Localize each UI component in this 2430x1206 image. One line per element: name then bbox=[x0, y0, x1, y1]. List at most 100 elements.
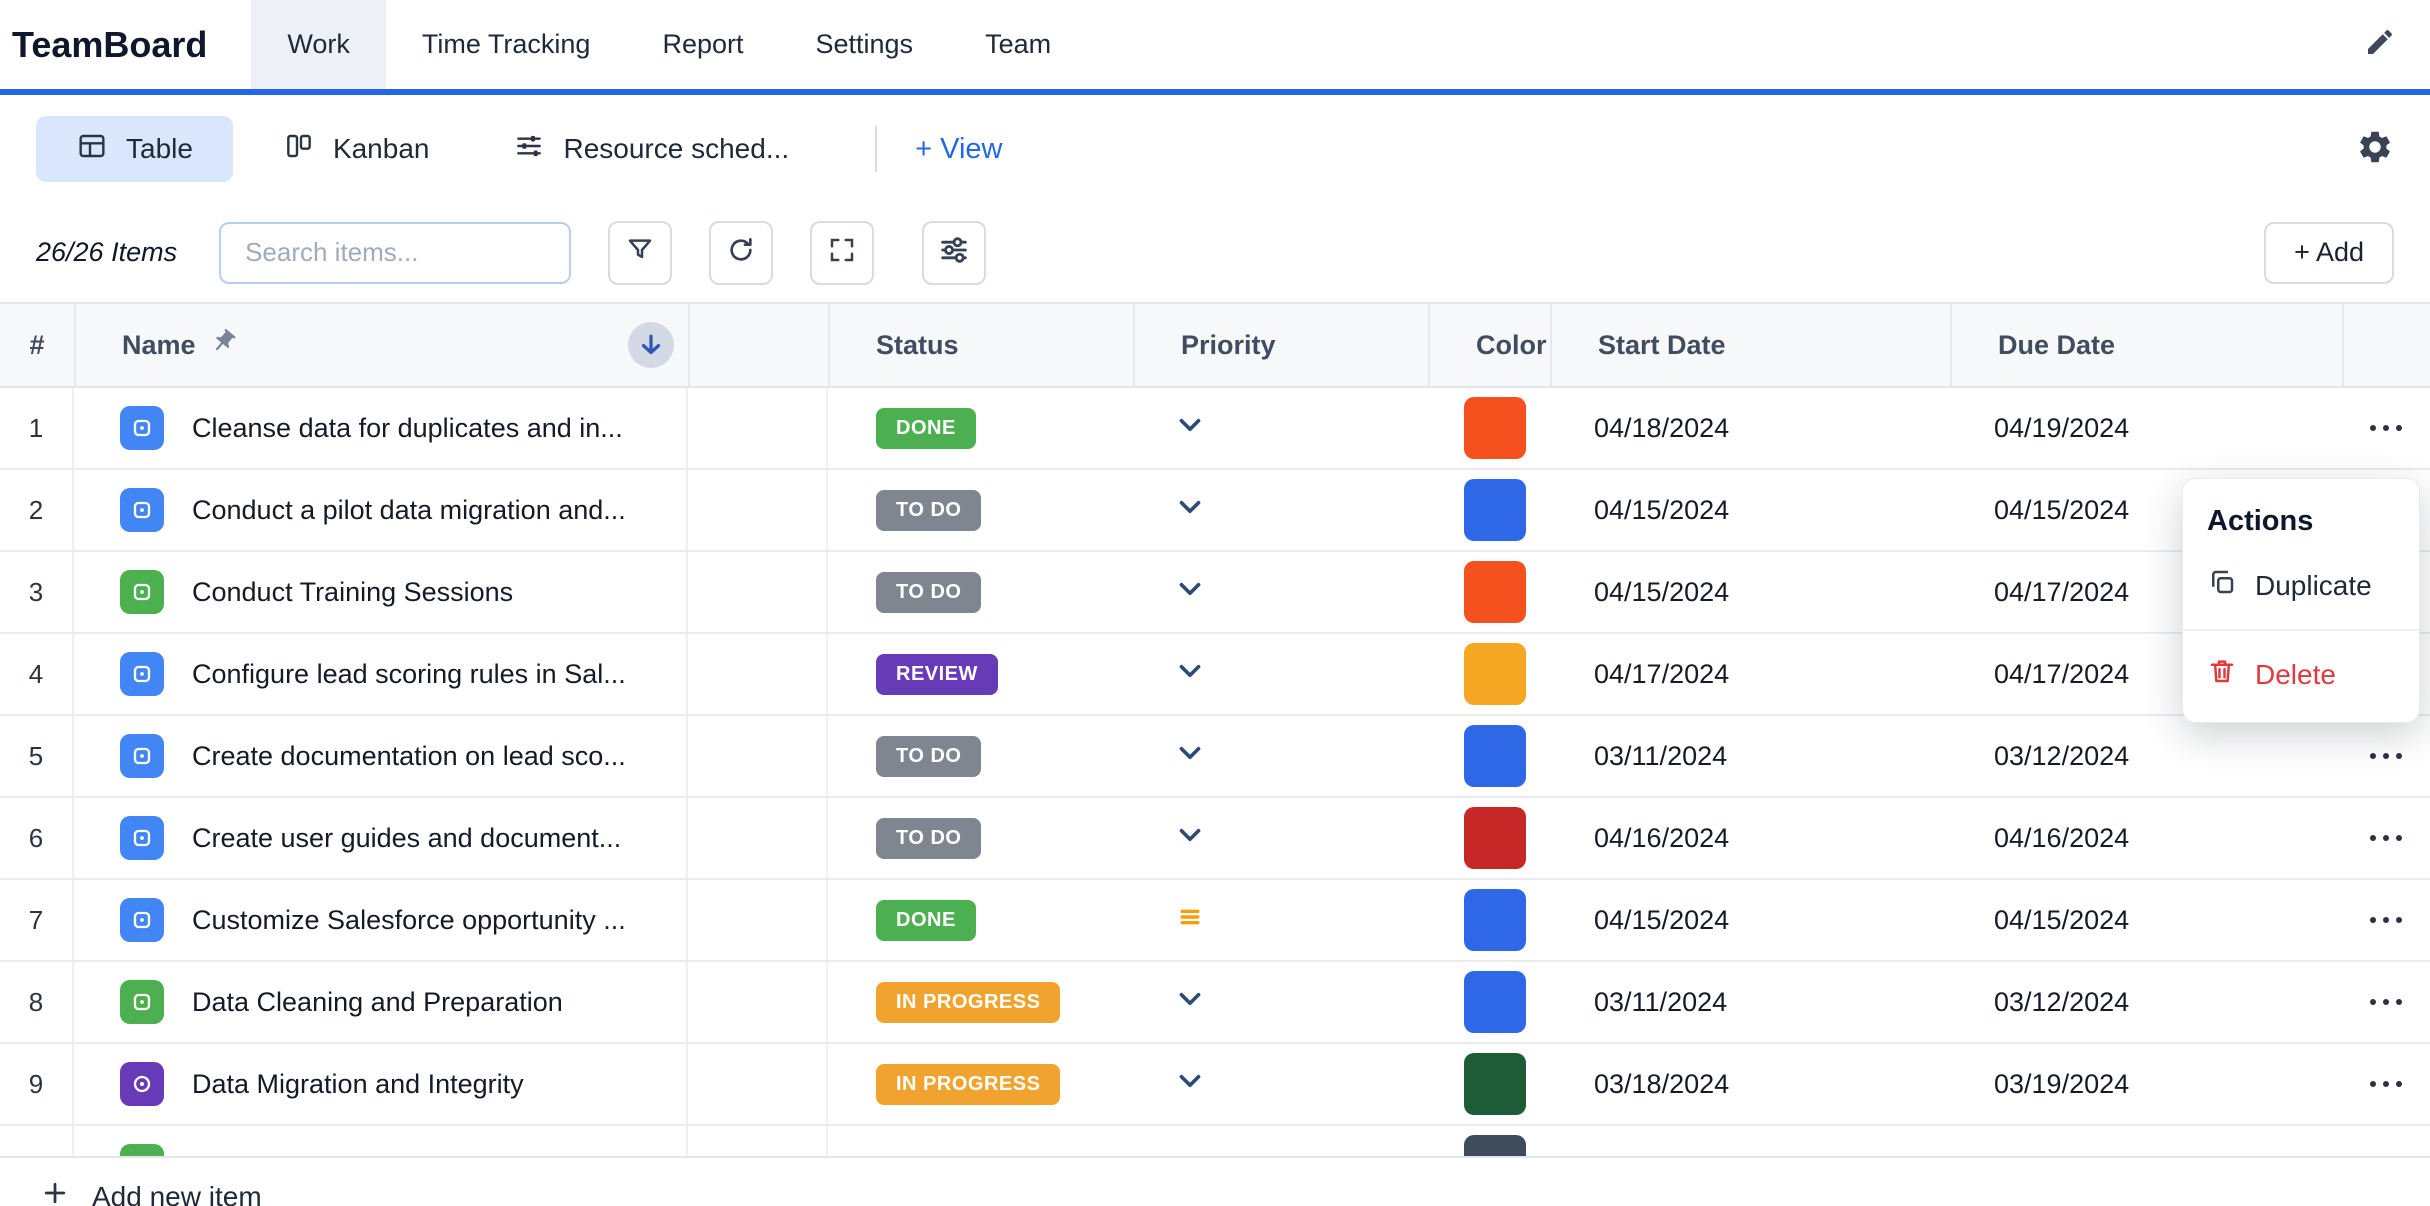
filter-button[interactable] bbox=[608, 221, 672, 285]
nav-tab-report[interactable]: Report bbox=[626, 0, 779, 89]
task-name-cell[interactable]: Cleanse data for duplicates and in... bbox=[74, 388, 688, 468]
task-name-cell[interactable] bbox=[74, 1126, 688, 1158]
status-badge[interactable]: REVIEW bbox=[876, 654, 998, 695]
row-menu-button[interactable] bbox=[2360, 907, 2412, 933]
start-date[interactable]: 03/11/2024 bbox=[1550, 962, 1950, 1042]
due-date[interactable]: 03/19/2024 bbox=[1950, 1044, 2342, 1124]
task-app-icon bbox=[120, 488, 164, 532]
chevron-down-icon[interactable] bbox=[1173, 818, 1207, 859]
status-badge[interactable]: IN PROGRESS bbox=[876, 982, 1060, 1023]
task-name-cell[interactable]: Create documentation on lead sco... bbox=[74, 716, 688, 796]
refresh-button[interactable] bbox=[709, 221, 773, 285]
view-tab-resource-schedule[interactable]: Resource sched... bbox=[479, 116, 823, 182]
view-settings-button[interactable] bbox=[2356, 128, 2394, 171]
chevron-down-icon[interactable] bbox=[1173, 736, 1207, 777]
menu-item-delete[interactable]: Delete bbox=[2183, 641, 2419, 708]
status-badge[interactable]: IN PROGRESS bbox=[876, 1064, 1060, 1105]
row-spacer-cell bbox=[688, 1126, 828, 1158]
start-date[interactable]: 03/11/2024 bbox=[1550, 716, 1950, 796]
add-new-item-row[interactable]: Add new item bbox=[0, 1158, 2430, 1206]
start-date[interactable]: 04/16/2024 bbox=[1550, 798, 1950, 878]
start-date[interactable]: 04/15/2024 bbox=[1550, 470, 1950, 550]
column-header-due-date[interactable]: Due Date bbox=[1950, 304, 2342, 386]
row-menu-button[interactable] bbox=[2360, 825, 2412, 851]
due-date[interactable]: 03/12/2024 bbox=[1950, 962, 2342, 1042]
menu-item-duplicate[interactable]: Duplicate bbox=[2183, 552, 2419, 619]
task-name-cell[interactable]: Conduct a pilot data migration and... bbox=[74, 470, 688, 550]
color-swatch[interactable] bbox=[1464, 807, 1526, 869]
search-input[interactable] bbox=[219, 222, 571, 284]
status-badge[interactable]: TO DO bbox=[876, 818, 981, 859]
row-menu-button[interactable] bbox=[2360, 1071, 2412, 1097]
color-swatch[interactable] bbox=[1464, 971, 1526, 1033]
priority-medium-icon[interactable] bbox=[1173, 900, 1207, 941]
add-item-button[interactable]: + Add bbox=[2264, 222, 2394, 284]
color-swatch[interactable] bbox=[1464, 1053, 1526, 1115]
column-header-start-date[interactable]: Start Date bbox=[1550, 304, 1950, 386]
edit-pencil-button[interactable] bbox=[2364, 0, 2396, 89]
column-header-name[interactable]: Name bbox=[74, 304, 688, 386]
task-app-icon bbox=[120, 1062, 164, 1106]
start-date[interactable]: 04/15/2024 bbox=[1550, 880, 1950, 960]
chevron-down-icon[interactable] bbox=[1173, 654, 1207, 695]
nav-tab-work[interactable]: Work bbox=[251, 0, 386, 89]
color-swatch[interactable] bbox=[1464, 561, 1526, 623]
column-header-priority[interactable]: Priority bbox=[1133, 304, 1428, 386]
status-badge[interactable]: DONE bbox=[876, 900, 976, 941]
column-header-num[interactable]: # bbox=[0, 304, 74, 386]
task-name-cell[interactable]: Conduct Training Sessions bbox=[74, 552, 688, 632]
due-date[interactable]: 03/12/2024 bbox=[1950, 716, 2342, 796]
items-table: # Name Status Priority Color Start Date … bbox=[0, 302, 2430, 1158]
row-menu-button[interactable] bbox=[2360, 415, 2412, 441]
color-swatch[interactable] bbox=[1464, 479, 1526, 541]
row-menu-button[interactable] bbox=[2360, 743, 2412, 769]
task-name-cell[interactable]: Configure lead scoring rules in Sal... bbox=[74, 634, 688, 714]
row-spacer-cell bbox=[688, 798, 828, 878]
due-date[interactable]: 04/15/2024 bbox=[1950, 880, 2342, 960]
table-row: 1 Cleanse data for duplicates and in... … bbox=[0, 388, 2430, 470]
column-header-color[interactable]: Color bbox=[1428, 304, 1550, 386]
chevron-down-icon[interactable] bbox=[1173, 982, 1207, 1023]
status-badge[interactable]: TO DO bbox=[876, 490, 981, 531]
fullscreen-button[interactable] bbox=[810, 221, 874, 285]
task-name-cell[interactable]: Data Cleaning and Preparation bbox=[74, 962, 688, 1042]
status-badge[interactable]: DONE bbox=[876, 408, 976, 449]
menu-item-label: Duplicate bbox=[2255, 570, 2372, 602]
status-badge[interactable]: TO DO bbox=[876, 572, 981, 613]
start-date[interactable]: 04/18/2024 bbox=[1550, 388, 1950, 468]
view-tab-table[interactable]: Table bbox=[36, 116, 233, 182]
row-spacer-cell bbox=[688, 634, 828, 714]
column-settings-button[interactable] bbox=[922, 221, 986, 285]
chevron-down-icon[interactable] bbox=[1173, 408, 1207, 449]
divider bbox=[2183, 629, 2419, 631]
sort-descending-button[interactable] bbox=[628, 322, 674, 368]
pencil-icon bbox=[2364, 26, 2396, 63]
chevron-down-icon[interactable] bbox=[1173, 572, 1207, 613]
view-tab-kanban[interactable]: Kanban bbox=[249, 116, 464, 182]
table-row: 3 Conduct Training Sessions TO DO 04/15/… bbox=[0, 552, 2430, 634]
schedule-icon bbox=[513, 130, 545, 169]
row-menu-button[interactable] bbox=[2360, 989, 2412, 1015]
start-date[interactable]: 03/18/2024 bbox=[1550, 1044, 1950, 1124]
color-swatch[interactable] bbox=[1464, 397, 1526, 459]
due-date[interactable]: 04/19/2024 bbox=[1950, 388, 2342, 468]
row-number: 4 bbox=[0, 634, 74, 714]
color-swatch[interactable] bbox=[1464, 725, 1526, 787]
status-badge[interactable]: TO DO bbox=[876, 736, 981, 777]
nav-tab-settings[interactable]: Settings bbox=[780, 0, 950, 89]
chevron-down-icon[interactable] bbox=[1173, 1064, 1207, 1105]
color-swatch[interactable] bbox=[1464, 1135, 1526, 1158]
start-date[interactable]: 04/15/2024 bbox=[1550, 552, 1950, 632]
start-date[interactable]: 04/17/2024 bbox=[1550, 634, 1950, 714]
add-view-button[interactable]: + View bbox=[915, 133, 1002, 166]
chevron-down-icon[interactable] bbox=[1173, 490, 1207, 531]
task-name-cell[interactable]: Create user guides and document... bbox=[74, 798, 688, 878]
nav-tab-time-tracking[interactable]: Time Tracking bbox=[386, 0, 627, 89]
column-header-status[interactable]: Status bbox=[828, 304, 1133, 386]
nav-tab-team[interactable]: Team bbox=[949, 0, 1087, 89]
task-name-cell[interactable]: Customize Salesforce opportunity ... bbox=[74, 880, 688, 960]
color-swatch[interactable] bbox=[1464, 889, 1526, 951]
task-name-cell[interactable]: Data Migration and Integrity bbox=[74, 1044, 688, 1124]
color-swatch[interactable] bbox=[1464, 643, 1526, 705]
due-date[interactable]: 04/16/2024 bbox=[1950, 798, 2342, 878]
